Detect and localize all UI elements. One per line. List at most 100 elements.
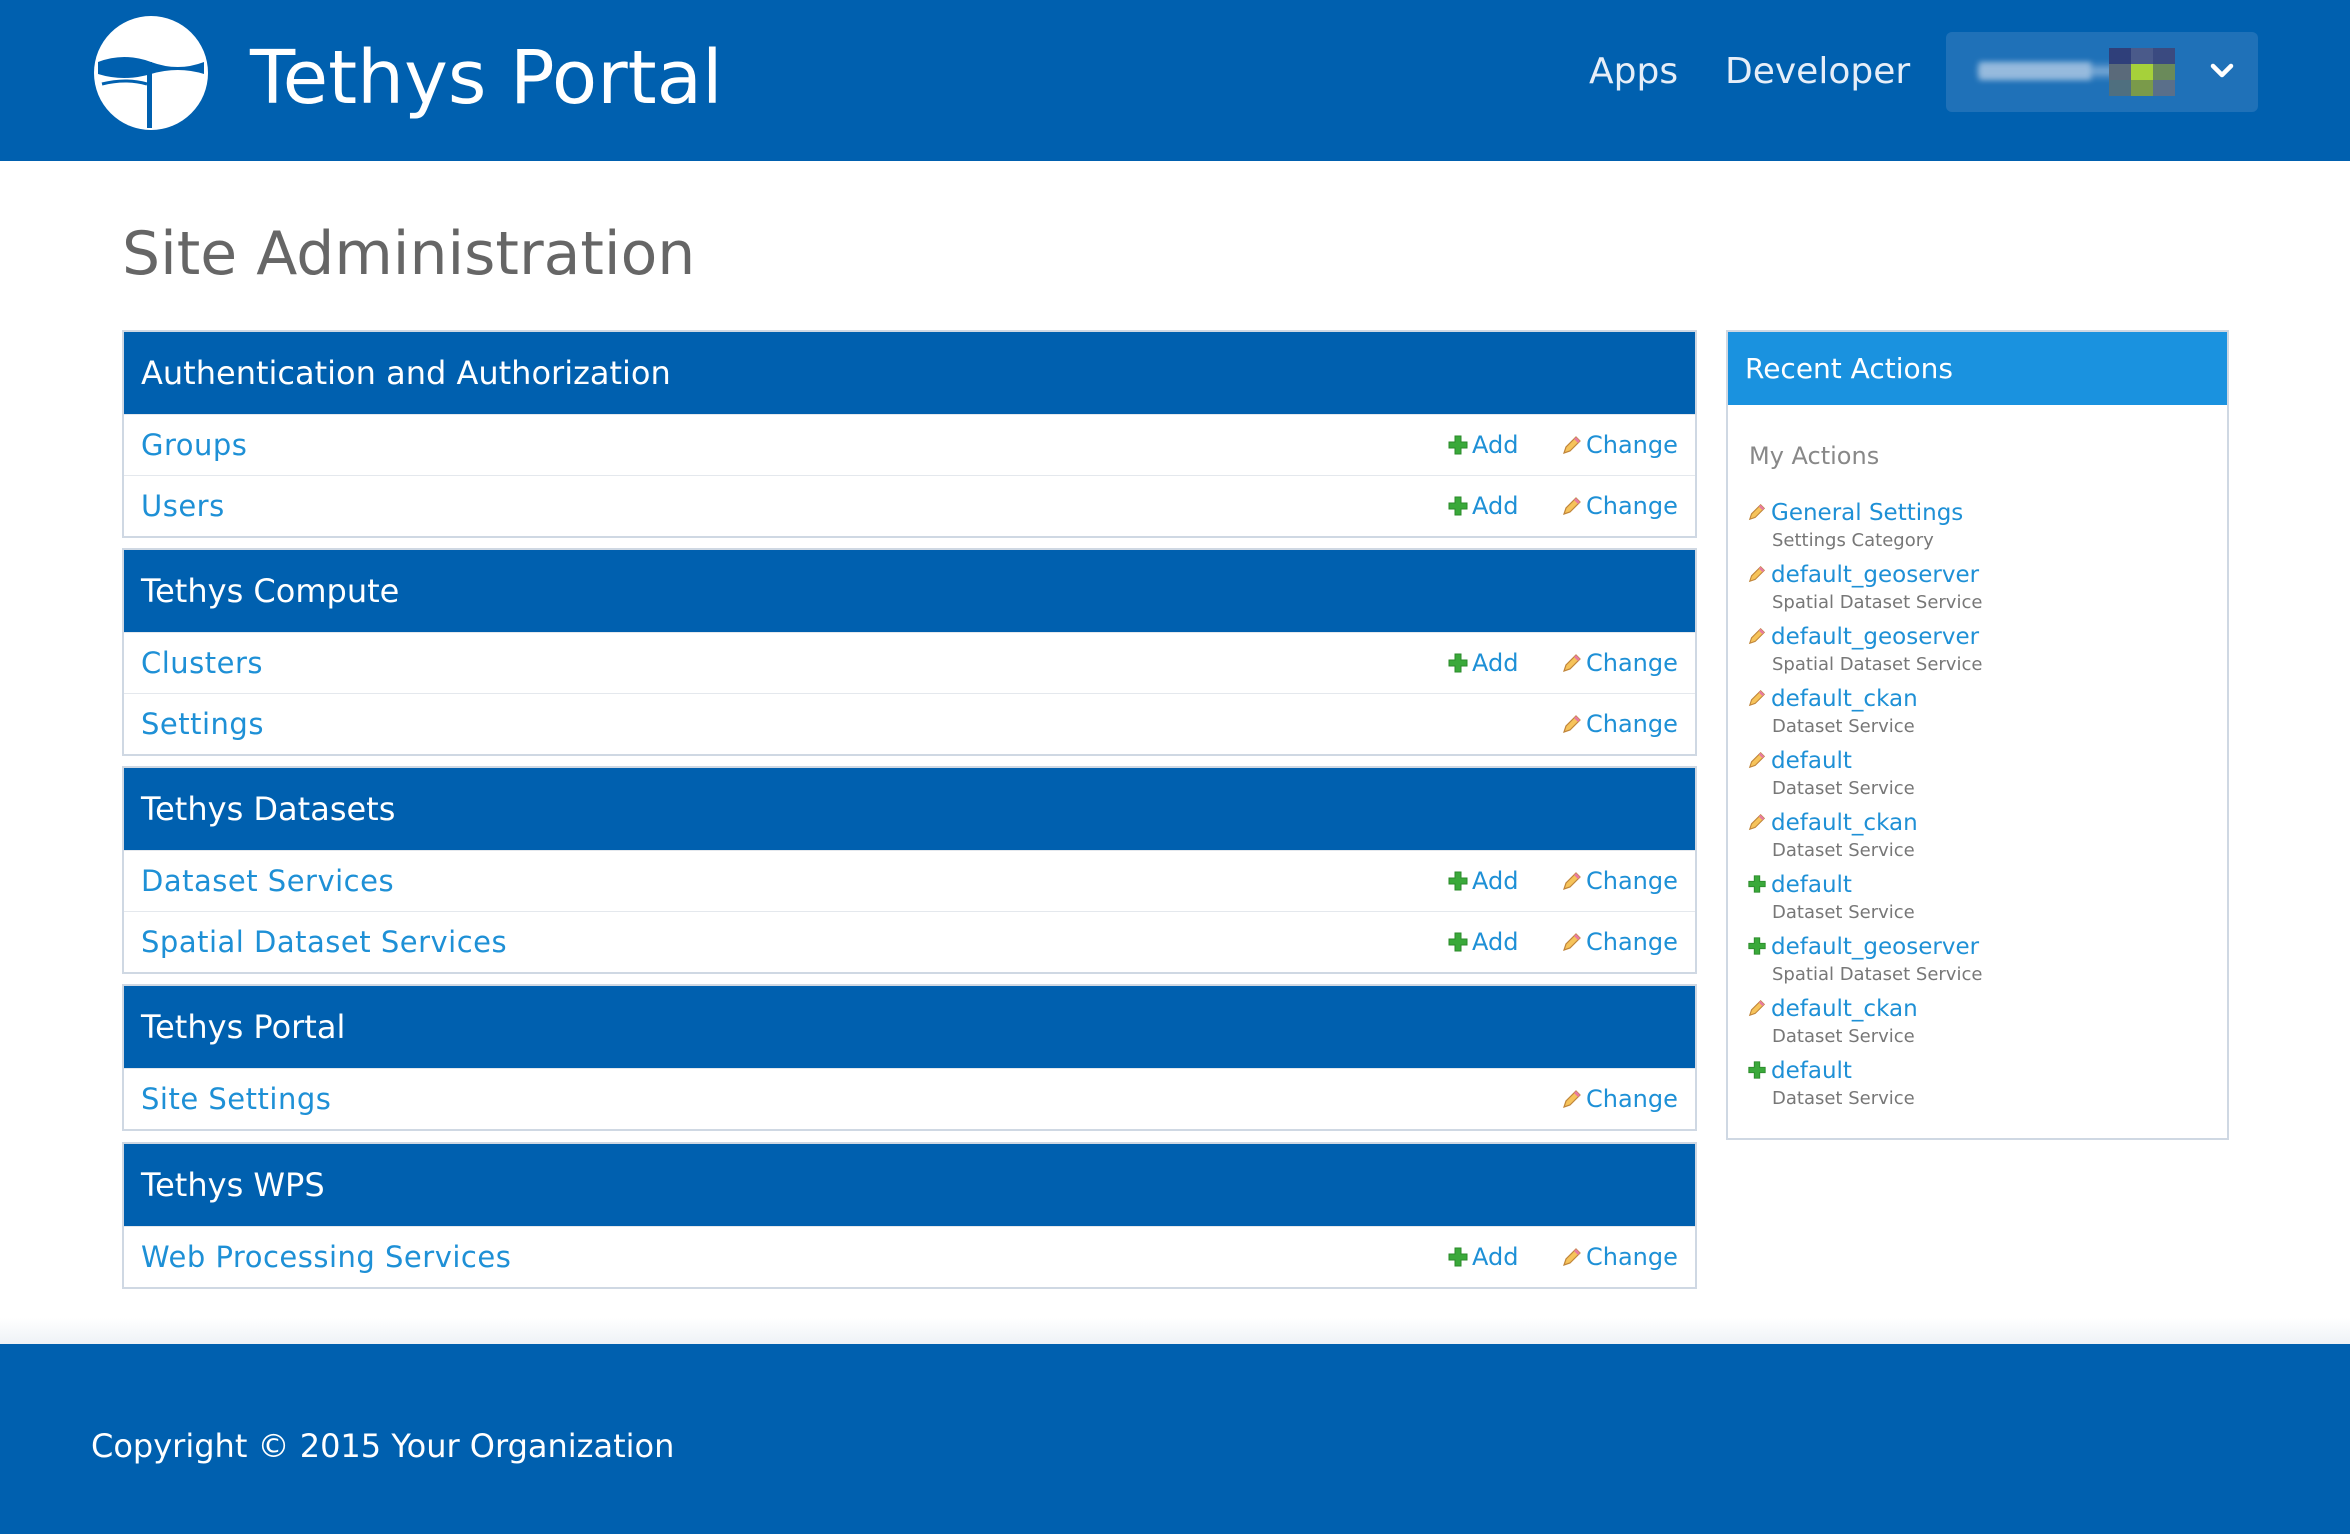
brand-title[interactable]: Tethys Portal [250, 30, 723, 126]
recent-action-item: General Settings Settings Category [1747, 500, 1963, 551]
page-title: Site Administration [122, 219, 696, 289]
module-tethys-wps: Tethys WPS Web Processing Services Add C… [122, 1142, 1697, 1289]
footer-divider [0, 1318, 2350, 1344]
add-button[interactable]: Add [1447, 476, 1518, 536]
change-label: Change [1586, 928, 1678, 956]
add-button[interactable]: Add [1447, 415, 1518, 475]
module-tethys-datasets: Tethys Datasets Dataset Services Add Cha… [122, 766, 1697, 974]
change-label: Change [1586, 1243, 1678, 1271]
chevron-down-icon[interactable] [2209, 56, 2235, 86]
recent-action-link[interactable]: default_ckan [1771, 996, 1918, 1022]
module-header[interactable]: Tethys WPS [124, 1144, 1695, 1226]
recent-action-type: Dataset Service [1772, 902, 1915, 923]
model-link-spatial-dataset-services[interactable]: Spatial Dataset Services [141, 912, 507, 972]
model-link-site-settings[interactable]: Site Settings [141, 1069, 331, 1129]
pencil-icon [1563, 872, 1581, 890]
recent-action-link[interactable]: default_ckan [1771, 810, 1918, 836]
recent-action-link[interactable]: default [1771, 748, 1852, 774]
change-button[interactable]: Change [1561, 851, 1678, 911]
add-button[interactable]: Add [1447, 1227, 1518, 1287]
model-link-users[interactable]: Users [141, 476, 225, 536]
add-label: Add [1472, 928, 1519, 956]
plus-icon [1448, 435, 1468, 455]
change-button[interactable]: Change [1561, 694, 1678, 754]
add-button[interactable]: Add [1447, 851, 1518, 911]
add-label: Add [1472, 431, 1519, 459]
table-row: Site Settings Change [124, 1068, 1695, 1129]
model-link-clusters[interactable]: Clusters [141, 633, 263, 693]
avatar [2109, 48, 2175, 96]
tethys-logo-icon[interactable] [90, 12, 212, 134]
add-label: Add [1472, 867, 1519, 895]
change-label: Change [1586, 1085, 1678, 1113]
pencil-icon [1748, 565, 1766, 583]
recent-action-item: default_ckan Dataset Service [1747, 686, 1918, 737]
recent-action-item: default_geoserver Spatial Dataset Servic… [1747, 934, 1982, 985]
module-auth: Authentication and Authorization Groups … [122, 330, 1697, 538]
model-link-web-processing-services[interactable]: Web Processing Services [141, 1227, 511, 1287]
nav-apps-link[interactable]: Apps [1589, 46, 1678, 98]
pencil-icon [1748, 751, 1766, 769]
change-button[interactable]: Change [1561, 1227, 1678, 1287]
change-button[interactable]: Change [1561, 912, 1678, 972]
change-button[interactable]: Change [1561, 1069, 1678, 1129]
module-header[interactable]: Tethys Datasets [124, 768, 1695, 850]
recent-action-link[interactable]: default_ckan [1771, 686, 1918, 712]
module-header[interactable]: Authentication and Authorization [124, 332, 1695, 414]
pencil-icon [1748, 627, 1766, 645]
plus-icon [1748, 875, 1766, 893]
recent-action-item: default Dataset Service [1747, 748, 1915, 799]
change-label: Change [1586, 867, 1678, 895]
recent-action-type: Dataset Service [1772, 716, 1915, 737]
table-row: Groups Add Change [124, 414, 1695, 475]
recent-action-link[interactable]: default [1771, 872, 1852, 898]
pencil-icon [1563, 933, 1581, 951]
module-header[interactable]: Tethys Compute [124, 550, 1695, 632]
recent-action-link[interactable]: General Settings [1771, 500, 1963, 526]
model-link-groups[interactable]: Groups [141, 415, 247, 475]
username-redacted-blur [1979, 62, 2091, 80]
recent-action-link[interactable]: default_geoserver [1771, 562, 1979, 588]
model-link-dataset-services[interactable]: Dataset Services [141, 851, 394, 911]
recent-action-type: Dataset Service [1772, 1026, 1915, 1047]
table-row: Spatial Dataset Services Add Change [124, 911, 1695, 972]
change-button[interactable]: Change [1561, 633, 1678, 693]
plus-icon [1448, 932, 1468, 952]
recent-action-type: Spatial Dataset Service [1772, 964, 1983, 985]
module-tethys-portal: Tethys Portal Site Settings Change [122, 984, 1697, 1131]
recent-action-link[interactable]: default [1771, 1058, 1852, 1084]
change-label: Change [1586, 710, 1678, 738]
change-button[interactable]: Change [1561, 415, 1678, 475]
my-actions-heading: My Actions [1749, 442, 1880, 470]
user-menu-button[interactable] [1946, 32, 2258, 112]
recent-action-link[interactable]: default_geoserver [1771, 624, 1979, 650]
add-button[interactable]: Add [1447, 633, 1518, 693]
add-button[interactable]: Add [1447, 912, 1518, 972]
nav-developer-link[interactable]: Developer [1725, 46, 1910, 98]
top-navbar: Tethys Portal Apps Developer [0, 0, 2350, 161]
plus-icon [1448, 496, 1468, 516]
pencil-icon [1563, 436, 1581, 454]
recent-action-type: Dataset Service [1772, 840, 1915, 861]
recent-action-link[interactable]: default_geoserver [1771, 934, 1979, 960]
recent-action-type: Dataset Service [1772, 778, 1915, 799]
module-header[interactable]: Tethys Portal [124, 986, 1695, 1068]
change-button[interactable]: Change [1561, 476, 1678, 536]
pencil-icon [1748, 999, 1766, 1017]
plus-icon [1448, 1247, 1468, 1267]
table-row: Web Processing Services Add Change [124, 1226, 1695, 1287]
add-label: Add [1472, 1243, 1519, 1271]
footer-copyright: Copyright © 2015 Your Organization [91, 1427, 675, 1465]
plus-icon [1748, 937, 1766, 955]
pencil-icon [1563, 497, 1581, 515]
table-row: Clusters Add Change [124, 632, 1695, 693]
pencil-icon [1748, 813, 1766, 831]
table-row: Dataset Services Add Change [124, 850, 1695, 911]
add-label: Add [1472, 492, 1519, 520]
module-tethys-compute: Tethys Compute Clusters Add Change Setti… [122, 548, 1697, 756]
recent-actions-panel: Recent Actions My Actions General Settin… [1726, 330, 2229, 1140]
pencil-icon [1748, 503, 1766, 521]
pencil-icon [1748, 689, 1766, 707]
model-link-settings[interactable]: Settings [141, 694, 264, 754]
recent-action-type: Spatial Dataset Service [1772, 592, 1983, 613]
